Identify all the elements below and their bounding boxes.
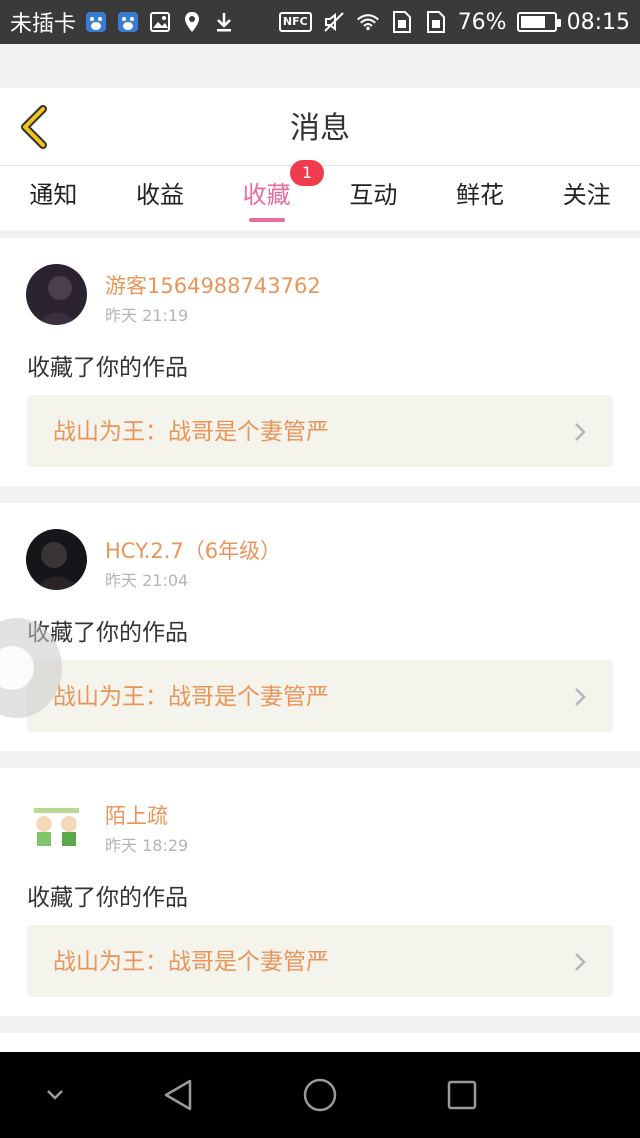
tab-label: 关注 [562,181,611,209]
tab-favorites[interactable]: 收藏 1 [213,160,325,230]
tab-interactions[interactable]: 互动 [320,166,427,230]
active-tab-indicator [248,218,285,222]
list-item: 陌上疏 昨天 18:29 收藏了你的作品 战山为王：战哥是个妻管严 [0,768,640,1016]
username[interactable]: 陌上疏 [105,800,168,830]
image-icon [148,10,172,34]
tab-label: 收藏 [242,181,291,209]
download-icon [212,10,236,34]
carrier-label: 未插卡 [10,12,77,37]
chevron-right-icon [575,953,586,971]
baidu-icon [116,10,140,34]
tab-flowers[interactable]: 鲜花 [427,166,534,230]
back-triangle-icon [164,1079,192,1111]
status-bar: 未插卡 NFC 76% 08:15 [0,0,640,44]
battery-icon [516,12,561,32]
avatar[interactable] [26,529,87,590]
chevron-left-icon [21,105,47,149]
work-link[interactable]: 战山为王：战哥是个妻管严 [27,925,613,997]
chevron-right-icon [575,688,586,706]
baidu-icon [84,10,108,34]
timestamp: 昨天 18:29 [105,836,189,855]
nav-home-button[interactable] [290,1052,350,1138]
list-item: 游客1564988743762 昨天 21:19 收藏了你的作品 战山为王：战哥… [0,238,640,486]
tab-bar: 通知 收益 收藏 1 互动 鲜花 关注 [0,160,640,230]
username[interactable]: 游客1564988743762 [105,270,321,300]
chevron-right-icon [575,423,586,441]
work-title: 战山为王：战哥是个妻管严 [53,684,329,710]
notification-icons [84,10,236,34]
timestamp: 昨天 21:19 [105,306,189,325]
mute-icon [322,10,346,34]
nfc-icon: NFC [278,12,312,32]
tab-following[interactable]: 关注 [533,166,640,230]
tab-label: 通知 [29,181,78,209]
timestamp: 昨天 21:04 [105,571,189,590]
tab-label: 收益 [136,181,184,209]
nav-collapse-button[interactable] [30,1052,80,1138]
action-text: 收藏了你的作品 [27,885,188,911]
work-link[interactable]: 战山为王：战哥是个妻管严 [27,395,613,467]
tab-label: 鲜花 [456,181,505,209]
work-link[interactable]: 战山为王：战哥是个妻管严 [27,660,613,732]
wifi-icon [356,10,380,34]
sim-icon [424,10,448,34]
list-item: HCY.2.7（6年级） 昨天 21:04 收藏了你的作品 战山为王：战哥是个妻… [0,503,640,751]
back-button[interactable] [14,104,54,150]
navigation-bar [0,1052,640,1138]
avatar[interactable] [26,794,87,855]
clock: 08:15 [566,9,630,35]
work-title: 战山为王：战哥是个妻管严 [53,419,329,445]
tab-label: 互动 [349,181,398,209]
tab-notifications[interactable]: 通知 [0,166,107,230]
title-bar: 消息 [0,88,640,166]
nav-back-button[interactable] [148,1052,208,1138]
work-title: 战山为王：战哥是个妻管严 [53,949,329,975]
chevron-down-icon [47,1090,63,1100]
home-circle-icon [303,1078,337,1112]
tab-earnings[interactable]: 收益 [107,166,214,230]
username[interactable]: HCY.2.7（6年级） [105,535,281,565]
message-list: 游客1564988743762 昨天 21:19 收藏了你的作品 战山为王：战哥… [0,238,640,1073]
action-text: 收藏了你的作品 [27,355,188,381]
nav-recents-button[interactable] [432,1052,492,1138]
recents-square-icon [447,1080,477,1110]
battery-percent: 76% [457,9,507,35]
avatar[interactable] [26,264,87,325]
sim-icon [390,10,414,34]
page-title: 消息 [290,111,350,146]
location-icon [180,10,204,34]
